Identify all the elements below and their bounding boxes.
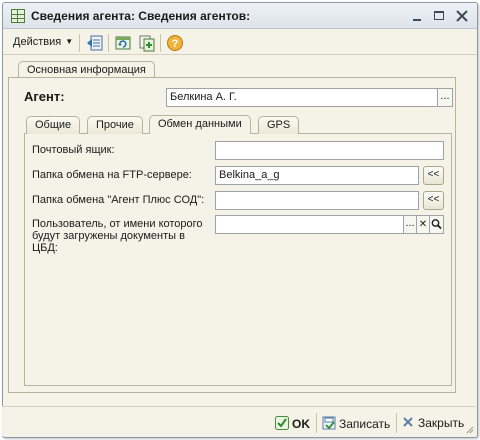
clear-icon: ✕	[418, 219, 428, 230]
back-to-list-icon	[87, 35, 103, 51]
agent-plus-folder-fill-button[interactable]: <<	[423, 191, 444, 210]
tab-data-exchange[interactable]: Обмен данными	[149, 115, 251, 134]
user-select-button[interactable]: ...	[403, 215, 417, 234]
mailbox-field[interactable]	[215, 141, 444, 160]
help-button[interactable]: ?	[166, 34, 184, 52]
refresh-icon	[115, 36, 131, 50]
minimize-button[interactable]	[409, 8, 425, 24]
mailbox-label: Почтовый ящик:	[32, 144, 115, 156]
ftp-folder-fill-button[interactable]: <<	[423, 166, 444, 185]
copy-button[interactable]	[138, 34, 156, 52]
agent-select-button[interactable]: ...	[437, 88, 453, 107]
agent-plus-folder-field[interactable]	[215, 191, 419, 210]
agent-label: Агент:	[24, 89, 65, 104]
user-field[interactable]	[215, 215, 404, 234]
close-icon	[456, 10, 468, 22]
tab-other[interactable]: Прочие	[87, 116, 143, 134]
user-label-line1: Пользователь, от имени которого	[32, 218, 203, 230]
maximize-button[interactable]	[431, 8, 447, 24]
search-icon	[431, 219, 442, 230]
close-window-button[interactable]	[454, 8, 470, 24]
window-title: Сведения агента: Сведения агентов:	[31, 9, 251, 23]
toolbar: Действия ▼ ?	[3, 30, 477, 55]
copy-icon	[139, 35, 155, 52]
user-clear-button[interactable]: ✕	[416, 215, 430, 234]
table-icon	[11, 9, 25, 23]
tab-gps[interactable]: GPS	[258, 116, 300, 134]
ftp-folder-label: Папка обмена на FTP-сервере:	[32, 169, 192, 181]
minimize-icon	[413, 19, 421, 21]
maximize-icon	[434, 11, 444, 20]
agent-field[interactable]: Белкина А. Г.	[166, 88, 438, 107]
user-label-line2: будут загружены документы в	[32, 230, 185, 242]
tab-general[interactable]: Общие	[26, 116, 81, 134]
user-search-button[interactable]	[429, 215, 444, 234]
actions-menu[interactable]: Действия ▼	[13, 36, 73, 48]
svg-text:?: ?	[172, 38, 179, 50]
toolbar-separator	[108, 34, 109, 52]
toolbar-separator	[79, 34, 80, 52]
dropdown-arrow-icon: ▼	[65, 37, 74, 46]
agent-plus-folder-label: Папка обмена "Агент Плюс СОД":	[32, 194, 205, 206]
help-icon: ?	[167, 35, 183, 51]
title-bar: Сведения агента: Сведения агентов:	[3, 3, 477, 29]
actions-label: Действия	[13, 36, 62, 48]
toolbar-separator	[160, 34, 161, 52]
user-label-line3: ЦБД:	[32, 242, 58, 254]
refresh-button[interactable]	[114, 34, 132, 52]
ftp-folder-field[interactable]: Belkina_a_g	[215, 166, 419, 185]
back-to-list-button[interactable]	[86, 34, 104, 52]
